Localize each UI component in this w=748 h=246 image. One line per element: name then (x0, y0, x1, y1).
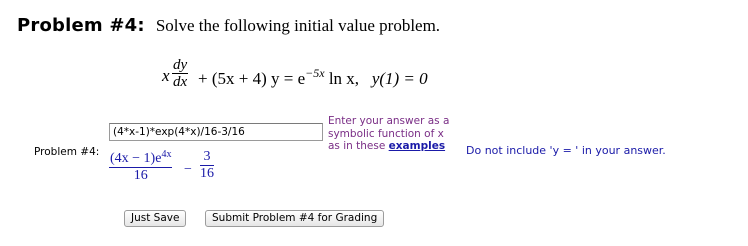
preview-fraction-2: 3 16 (200, 150, 214, 181)
preview-minus: − (184, 162, 192, 177)
problem-number-label: Problem #4: (17, 15, 145, 36)
answer-row-label: Problem #4: (34, 146, 100, 158)
hint-line-1: Enter your answer as a (328, 115, 450, 127)
equation-x: x (162, 66, 170, 85)
submit-button[interactable]: Submit Problem #4 for Grading (205, 210, 385, 227)
derivative-numerator: dy (173, 57, 188, 73)
preview-fraction-2-denominator: 16 (200, 166, 214, 181)
problem-instruction: Solve the following initial value proble… (155, 16, 441, 35)
examples-link[interactable]: examples (389, 140, 445, 152)
preview-fraction-1: (4x − 1)e4x 16 (109, 148, 173, 183)
answer-hint: Enter your answer as a symbolic function… (328, 115, 449, 153)
preview-fraction-1-exponent: 4x (161, 149, 172, 160)
derivative-denominator: dx (173, 74, 188, 90)
preview-fraction-1-numerator: (4x − 1)e (110, 151, 162, 166)
problem-header: Problem #4: Solve the following initial … (17, 15, 440, 36)
format-note: Do not include 'y = ' in your answer. (466, 144, 666, 157)
preview-fraction-2-numerator: 3 (203, 149, 211, 164)
derivative-fraction: dy dx (172, 57, 189, 90)
preview-fraction-1-denominator: 16 (133, 168, 148, 183)
initial-condition: y(1) = 0 (371, 69, 428, 88)
equation-log-term: ln x, (328, 69, 360, 88)
just-save-button[interactable]: Just Save (124, 210, 187, 227)
hint-line-3: as in these (328, 140, 389, 152)
answer-input[interactable] (109, 123, 323, 141)
equation-exponent: −5x (305, 66, 325, 80)
equation-middle: + (5x + 4) y = e (198, 69, 306, 88)
hint-line-2: symbolic function of x (328, 127, 444, 140)
